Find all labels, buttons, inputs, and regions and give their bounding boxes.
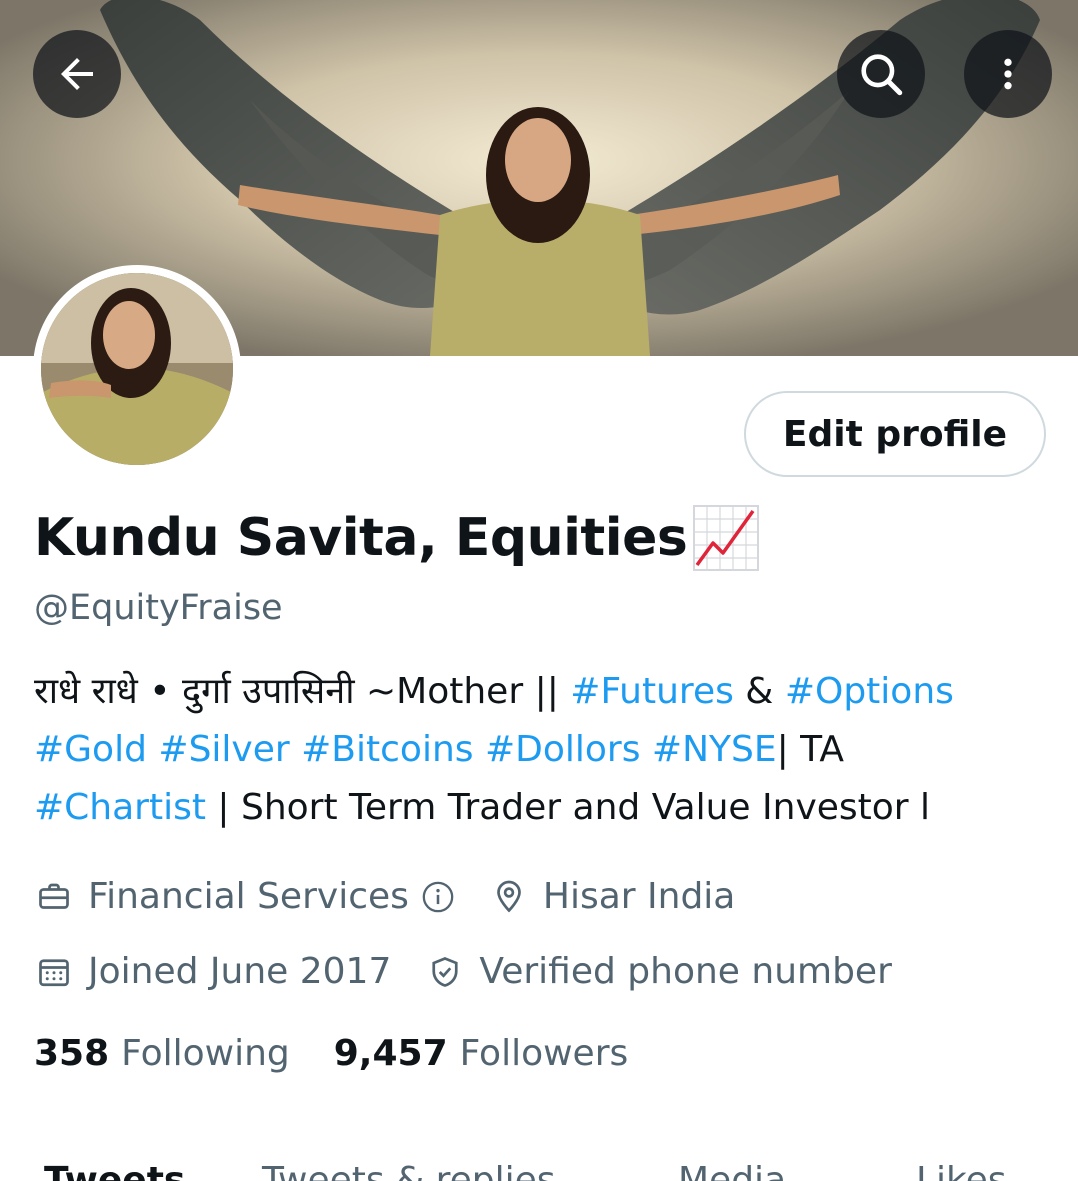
edit-profile-button[interactable]: Edit profile	[744, 391, 1046, 477]
search-icon	[861, 54, 903, 96]
calendar-icon	[34, 952, 74, 992]
arrow-left-icon	[61, 58, 93, 90]
bio-line-1: राधे राधे • दुर्गा उपासिनी ~Mother || #F…	[34, 663, 1034, 721]
hashtag-link[interactable]: #Gold	[34, 729, 147, 770]
bio-text: राधे राधे • दुर्गा उपासिनी ~Mother ||	[34, 671, 571, 712]
follow-stats: 358 Following 9,457 Followers	[34, 1033, 628, 1074]
bio-text: &	[733, 671, 785, 712]
display-name: Kundu Savita, Equities	[34, 508, 688, 568]
bio-line-2: #Gold #Silver #Bitcoins #Dollors #NYSE| …	[34, 721, 1034, 779]
joined-text: Joined June 2017	[88, 951, 392, 992]
bio-text: | Short Term Trader and Value Investor l	[205, 787, 931, 828]
chart-increasing-icon	[693, 505, 760, 571]
location-pin-icon	[489, 877, 529, 917]
avatar-photo	[41, 273, 233, 465]
followers-count: 9,457	[333, 1033, 448, 1074]
more-vertical-icon	[1004, 58, 1012, 90]
more-options-button[interactable]	[964, 30, 1052, 118]
profile-tabs: Tweets Tweets & replies Media Likes	[0, 1150, 1078, 1181]
back-button[interactable]	[33, 30, 121, 118]
hashtag-link[interactable]: #Futures	[570, 671, 734, 712]
verified-phone-item: Verified phone number	[425, 951, 892, 992]
followers-link[interactable]: 9,457 Followers	[334, 1033, 629, 1074]
hashtag-link[interactable]: #Silver	[158, 729, 289, 770]
briefcase-icon	[34, 877, 74, 917]
following-label: Following	[121, 1033, 290, 1074]
search-button[interactable]	[837, 30, 925, 118]
bio-text: | TA	[776, 729, 845, 770]
following-link[interactable]: 358 Following	[34, 1033, 290, 1074]
info-icon[interactable]	[421, 880, 455, 914]
location-item: Hisar India	[489, 876, 735, 917]
profile-meta-row-1: Financial Services Hisar India	[34, 876, 735, 917]
hashtag-link[interactable]: #NYSE	[652, 729, 777, 770]
hashtag-link[interactable]: #Options	[785, 671, 954, 712]
profile-handle: @EquityFraise	[34, 588, 283, 628]
tab-tweets-replies[interactable]: Tweets & replies	[262, 1160, 556, 1181]
profile-meta-row-2: Joined June 2017 Verified phone number	[34, 951, 892, 992]
shield-check-icon	[425, 952, 465, 992]
following-count: 358	[34, 1033, 110, 1074]
verified-text: Verified phone number	[479, 951, 892, 992]
tab-likes[interactable]: Likes	[916, 1160, 1007, 1181]
category-item: Financial Services	[34, 876, 455, 917]
followers-label: Followers	[459, 1033, 629, 1074]
category-text: Financial Services	[88, 876, 409, 917]
hashtag-link[interactable]: #Bitcoins	[301, 729, 473, 770]
location-text: Hisar India	[542, 876, 736, 917]
joined-item: Joined June 2017	[34, 951, 391, 992]
bio-line-3: #Chartist | Short Term Trader and Value …	[34, 779, 1034, 837]
profile-avatar[interactable]	[33, 265, 241, 473]
tab-media[interactable]: Media	[678, 1160, 786, 1181]
hashtag-link[interactable]: #Dollors	[485, 729, 641, 770]
profile-bio: राधे राधे • दुर्गा उपासिनी ~Mother || #F…	[34, 663, 1034, 837]
tab-tweets[interactable]: Tweets	[44, 1160, 185, 1181]
hashtag-link[interactable]: #Chartist	[34, 787, 206, 828]
profile-name-row: Kundu Savita, Equities	[34, 500, 761, 576]
